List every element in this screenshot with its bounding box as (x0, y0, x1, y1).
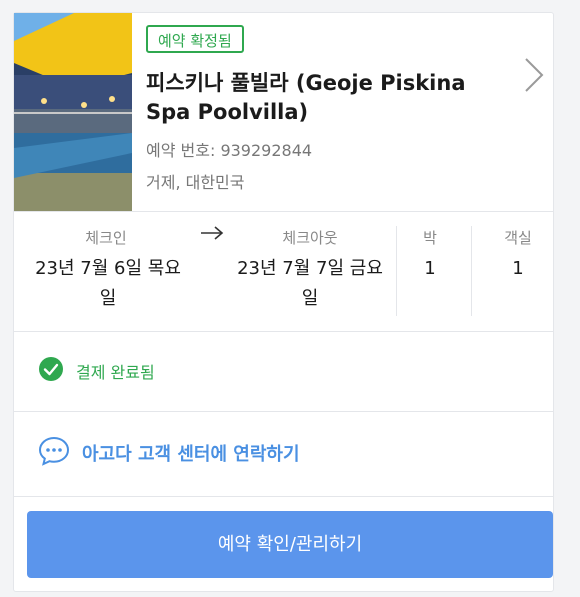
divider (471, 226, 472, 316)
check-circle-icon (39, 357, 63, 381)
booking-number: 예약 번호: 939292844 (146, 141, 313, 160)
nights-label: 박 (423, 229, 437, 247)
checkout-date: 23년 7월 7일 금요 일 (222, 254, 398, 314)
manage-booking-button[interactable]: 예약 확인/관리하기 (27, 511, 553, 578)
contact-support[interactable]: 아고다 고객 센터에 연락하기 (14, 412, 553, 497)
divider (396, 226, 397, 316)
hotel-summary[interactable]: 예약 확정됨 피스키나 풀빌라 (Geoje Piskina Spa Poolv… (14, 13, 553, 212)
checkin-date: 23년 7월 6일 목요 일 (20, 254, 196, 314)
checkout-date-line2: 일 (301, 288, 319, 309)
status-badge: 예약 확정됨 (146, 25, 244, 53)
chevron-right-icon[interactable] (522, 57, 546, 93)
contact-support-link[interactable]: 아고다 고객 센터에 연락하기 (82, 440, 300, 466)
checkin-label: 체크인 (85, 229, 127, 247)
arrow-right-icon (201, 226, 224, 240)
rooms-value: 1 (512, 258, 524, 279)
stay-details: 체크인 23년 7월 6일 목요 일 체크아웃 23년 7월 7일 금요 일 박… (14, 212, 553, 332)
checkout-label: 체크아웃 (282, 229, 338, 247)
checkout-date-line1: 23년 7월 7일 금요 (237, 258, 383, 279)
chat-bubble-icon (38, 436, 70, 466)
booking-card: 예약 확정됨 피스키나 풀빌라 (Geoje Piskina Spa Poolv… (13, 12, 554, 592)
hotel-location: 거제, 대한민국 (146, 173, 245, 192)
payment-status: 결제 완료됨 (14, 332, 553, 412)
nights-value: 1 (424, 258, 436, 279)
payment-status-text: 결제 완료됨 (76, 363, 155, 382)
checkin-date-line1: 23년 7월 6일 목요 (35, 258, 181, 279)
rooms-label: 객실 (504, 229, 532, 247)
hotel-photo (14, 13, 132, 211)
hotel-name[interactable]: 피스키나 풀빌라 (Geoje Piskina Spa Poolvilla) (146, 69, 506, 127)
checkin-date-line2: 일 (99, 288, 117, 309)
